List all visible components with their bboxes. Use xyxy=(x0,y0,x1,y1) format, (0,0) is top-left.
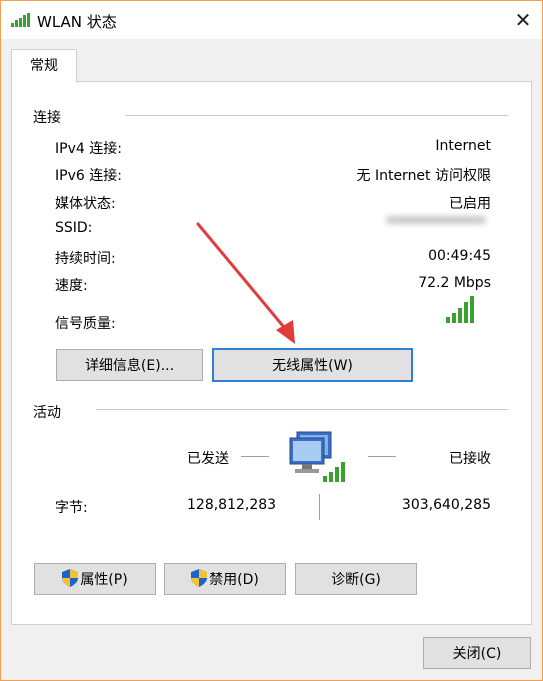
speed-label: 速度: xyxy=(55,278,88,294)
disable-button-label: 禁用(D) xyxy=(209,572,259,588)
properties-button[interactable]: 属性(P) xyxy=(34,563,156,595)
bytes-label: 字节: xyxy=(55,500,88,516)
bytes-separator xyxy=(319,494,320,520)
activity-group-title: 活动 xyxy=(33,405,61,421)
sent-label: 已发送 xyxy=(187,451,229,467)
ipv4-label: IPv4 连接: xyxy=(55,141,122,157)
window-title: WLAN 状态 xyxy=(37,13,117,31)
uac-shield-icon xyxy=(62,569,79,587)
general-panel: 连接 IPv4 连接: Internet IPv6 连接: 无 Internet… xyxy=(11,81,532,625)
close-button[interactable]: 关闭(C) xyxy=(423,637,531,669)
connection-group-title: 连接 xyxy=(33,110,61,126)
bytes-sent-value: 128,812,283 xyxy=(187,497,277,513)
red-arrow-annotation xyxy=(196,222,295,344)
ipv4-value: Internet xyxy=(435,138,491,154)
speed-value: 72.2 Mbps xyxy=(418,275,491,291)
connection-group-divider xyxy=(125,115,508,116)
ipv6-value: 无 Internet 访问权限 xyxy=(356,168,492,184)
duration-label: 持续时间: xyxy=(55,251,116,267)
media-state-label: 媒体状态: xyxy=(55,196,116,212)
received-line xyxy=(368,456,396,457)
media-state-value: 已启用 xyxy=(449,196,491,212)
received-label: 已接收 xyxy=(449,451,491,467)
wifi-signal-icon xyxy=(11,13,30,27)
bytes-received-value: 303,640,285 xyxy=(401,497,491,513)
sent-line xyxy=(241,456,269,457)
diagnose-button[interactable]: 诊断(G) xyxy=(295,563,417,595)
wlan-status-window: WLAN 状态 ✕ 常规 连接 IPv4 连接: Internet IPv6 连… xyxy=(0,0,543,681)
disable-button[interactable]: 禁用(D) xyxy=(164,563,286,595)
activity-group-divider xyxy=(96,409,508,410)
title-bar[interactable]: WLAN 状态 ✕ xyxy=(1,1,542,39)
details-button[interactable]: 详细信息(E)... xyxy=(56,349,203,381)
ssid-value-blurred xyxy=(378,212,498,228)
duration-value: 00:49:45 xyxy=(428,248,491,264)
network-computer-icon xyxy=(289,431,345,482)
ssid-label: SSID: xyxy=(55,220,93,236)
signal-quality-label: 信号质量: xyxy=(55,316,116,332)
wireless-properties-button[interactable]: 无线属性(W) xyxy=(212,348,413,382)
uac-shield-icon xyxy=(191,569,208,587)
signal-strength-icon xyxy=(446,296,474,323)
close-window-icon[interactable]: ✕ xyxy=(509,7,537,33)
tab-general[interactable]: 常规 xyxy=(11,49,77,83)
properties-button-label: 属性(P) xyxy=(80,572,128,588)
ipv6-label: IPv6 连接: xyxy=(55,168,122,184)
